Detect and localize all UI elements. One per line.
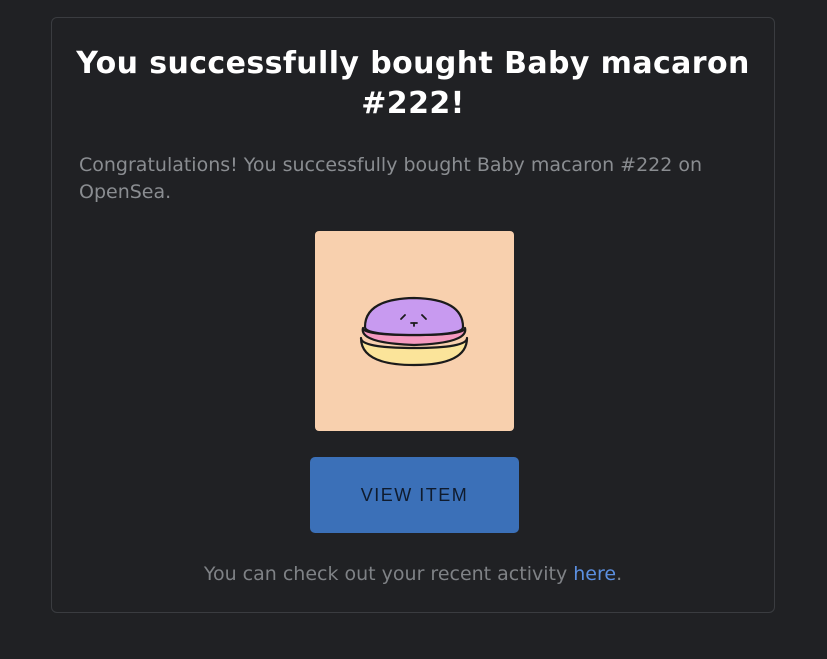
- nft-image: [315, 231, 514, 431]
- macaron-icon: [359, 296, 469, 367]
- dialog-message: Congratulations! You successfully bought…: [79, 154, 703, 203]
- purchase-success-dialog: You successfully bought Baby macaron #22…: [51, 17, 775, 613]
- footer-text: You can check out your recent activity: [203, 563, 574, 585]
- recent-activity-text: You can check out your recent activity h…: [52, 561, 774, 587]
- footer-end: .: [616, 563, 623, 585]
- dialog-title: You successfully bought Baby macaron #22…: [76, 46, 750, 121]
- recent-activity-link[interactable]: here: [573, 563, 616, 585]
- view-item-button[interactable]: VIEW ITEM: [310, 457, 519, 533]
